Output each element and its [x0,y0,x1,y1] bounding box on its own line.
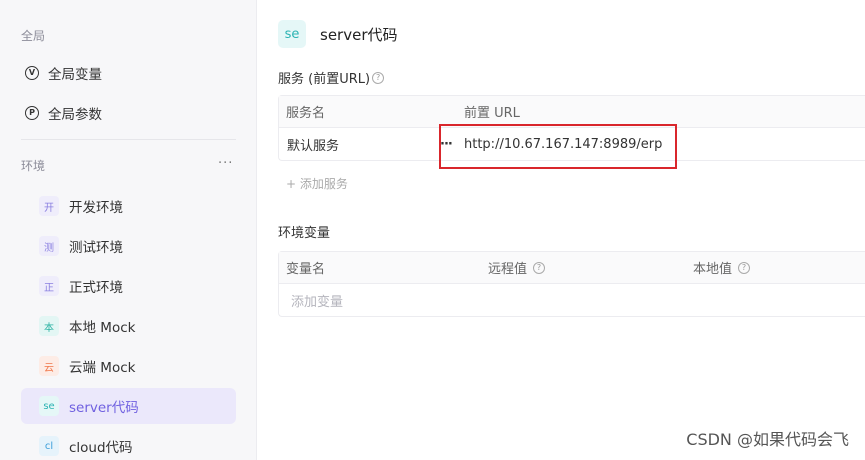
env-badge: 云 [39,356,59,376]
table-header-row: 变量名 远程值 ? 本地值 ? [279,252,865,284]
env-item-label: 测试环境 [69,240,123,256]
main-panel: se server代码 服务 (前置URL) ? 服务名 前置 URL 默认服务… [258,0,865,460]
env-item-dev[interactable]: 开 开发环境 [21,188,236,224]
env-item-prod[interactable]: 正 正式环境 [21,268,236,304]
env-item-label: 正式环境 [69,280,123,296]
add-variable-input[interactable]: 添加变量 [291,291,343,310]
services-title: 服务 (前置URL) [278,72,371,87]
table-row[interactable]: 添加变量 [279,284,865,316]
help-icon[interactable]: ? [372,71,385,84]
env-vars-title: 环境变量 [278,226,331,241]
parameter-icon: P [25,106,39,120]
service-name-cell: 默认服务 [287,138,340,154]
env-vars-heading: 环境变量 [278,222,330,241]
help-icon[interactable]: ? [533,261,546,274]
column-header-base-url: 前置 URL [464,106,520,121]
env-header-badge: se [278,20,306,48]
env-more-button[interactable]: ··· [218,156,233,171]
column-header-local: 本地值 ? [693,258,751,277]
env-item-label: 云端 Mock [69,360,136,376]
env-item-cloud[interactable]: cl cloud代码 [21,428,236,460]
column-header-remote-label: 远程值 [488,262,528,277]
env-section-label: 环境 [21,159,46,173]
sidebar-item-label: 全局参数 [48,107,102,123]
highlight-box [439,124,677,169]
env-item-label: cloud代码 [69,440,133,456]
sidebar-item-label: 全局变量 [48,67,102,83]
env-item-label: 开发环境 [69,200,123,216]
sidebar-item-global-params[interactable]: P 全局参数 [21,95,236,131]
env-item-cloud-mock[interactable]: 云 云端 Mock [21,348,236,384]
services-heading: 服务 (前置URL) ? [278,68,385,87]
env-item-local-mock[interactable]: 本 本地 Mock [21,308,236,344]
env-badge: se [39,396,59,416]
env-badge: cl [39,436,59,456]
column-header-local-label: 本地值 [693,262,733,277]
sidebar-divider [21,139,236,140]
help-icon[interactable]: ? [738,261,751,274]
env-vars-table: 变量名 远程值 ? 本地值 ? 添加变量 [278,251,865,317]
env-header: se server代码 [278,20,397,48]
column-header-var-name: 变量名 [286,262,326,277]
env-badge: 开 [39,196,59,216]
env-title[interactable]: server代码 [320,24,397,45]
env-item-label: server代码 [69,400,139,416]
env-badge: 正 [39,276,59,296]
env-item-server[interactable]: se server代码 [21,388,236,424]
sidebar-item-global-variables[interactable]: V 全局变量 [21,55,236,91]
env-badge: 测 [39,236,59,256]
column-header-remote: 远程值 ? [488,258,546,277]
add-service-button[interactable]: + 添加服务 [286,175,348,192]
watermark: CSDN @如果代码会飞 [686,430,849,449]
variable-icon: V [25,66,39,80]
env-item-test[interactable]: 测 测试环境 [21,228,236,264]
global-section-label: 全局 [21,29,46,43]
env-item-label: 本地 Mock [69,320,136,336]
column-header-service-name: 服务名 [286,106,326,121]
env-badge: 本 [39,316,59,336]
sidebar: 全局 V 全局变量 P 全局参数 环境 ··· 开 开发环境 测 测试环境 正 … [0,0,257,460]
